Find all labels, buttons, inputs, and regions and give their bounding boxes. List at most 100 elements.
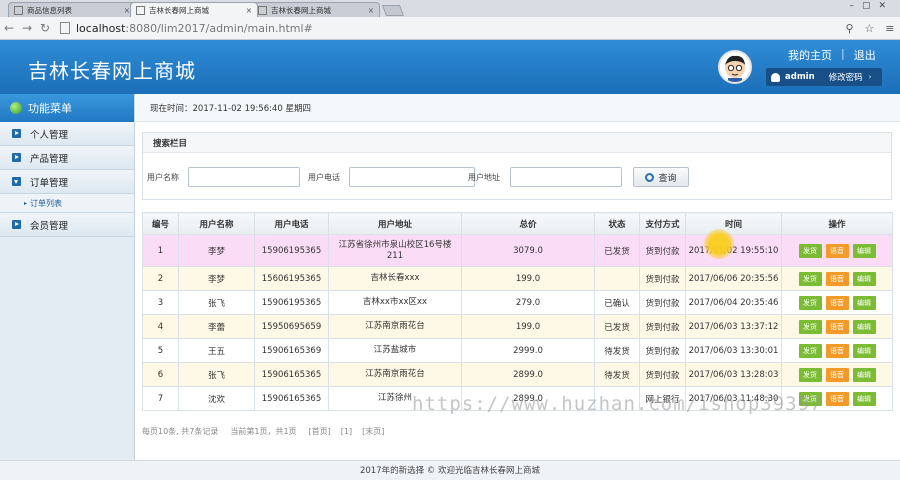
column-header[interactable]: 支付方式 xyxy=(639,212,686,235)
ship-button[interactable]: 发货 xyxy=(798,271,822,286)
url-field[interactable]: localhost:8080/lim2017/admin/main.html# xyxy=(60,20,840,37)
edit-button[interactable]: 编辑 xyxy=(852,319,876,334)
window-controls[interactable]: –▢✕ xyxy=(849,1,894,11)
voice-button[interactable]: 语音 xyxy=(825,243,849,258)
table-row[interactable]: 3 张飞 15906195365 吉林xx市xx区xx 279.0 已确认 货到付款 2017… xyxy=(142,290,893,315)
change-password-link[interactable]: 修改密码 xyxy=(829,71,863,83)
order-time: 2017/06/04 20:35:46 xyxy=(685,290,782,315)
table-row[interactable]: 7 沈欢 15906165365 江苏徐州 2899.0 网上银行 2017/06/03 1… xyxy=(142,386,893,411)
location-icon[interactable]: ⚲ xyxy=(845,22,853,35)
voice-button[interactable]: 语音 xyxy=(825,391,849,406)
payment-method: 货到付款 xyxy=(639,362,686,387)
column-header[interactable]: 编号 xyxy=(142,212,179,235)
sidebar-item-orders[interactable]: 订单管理 xyxy=(0,170,134,194)
my-homepage-link[interactable]: 我的主页 xyxy=(788,47,832,63)
table-row[interactable]: 5 王五 15906165369 江苏盐城市 2999.0 待发货 货到付款 2017/06/… xyxy=(142,338,893,363)
forward-icon[interactable]: → xyxy=(18,21,36,35)
order-total: 279.0 xyxy=(461,290,595,315)
browser-tab-2[interactable]: 吉林长春网上商城 × xyxy=(130,2,258,17)
close-icon[interactable]: × xyxy=(246,6,252,15)
voice-button[interactable]: 语音 xyxy=(825,367,849,382)
row-actions: 发货 语音 编辑 xyxy=(781,338,893,363)
order-time: 2017/06/06 20:35:56 xyxy=(685,266,782,291)
order-total: 2899.0 xyxy=(461,386,595,411)
logout-link[interactable]: 退出 xyxy=(854,47,876,63)
browser-tab-1[interactable]: 商品信息列表 × xyxy=(8,2,136,17)
page-1-link[interactable]: [1] xyxy=(341,427,352,436)
sidebar-subitem-label: 订单列表 xyxy=(30,198,63,208)
star-icon[interactable]: ☆ xyxy=(864,22,874,35)
ship-button[interactable]: 发货 xyxy=(798,243,822,258)
column-header[interactable]: 用户名称 xyxy=(178,212,255,235)
user-dropdown[interactable]: admin 修改密码 › xyxy=(766,68,882,86)
voice-button[interactable]: 语音 xyxy=(825,343,849,358)
divider: | xyxy=(841,47,845,60)
browser-tab-strip: 商品信息列表 × 吉林长春网上商城 × 吉林长春网上商城 × –▢✕ xyxy=(0,0,900,17)
row-actions: 发货 语音 编辑 xyxy=(781,266,893,291)
row-actions: 发货 语音 编辑 xyxy=(781,290,893,315)
user-phone: 15906195365 xyxy=(254,234,329,267)
ship-button[interactable]: 发货 xyxy=(798,343,822,358)
order-total: 2999.0 xyxy=(461,338,595,363)
edit-button[interactable]: 编辑 xyxy=(852,367,876,382)
user-phone-input[interactable] xyxy=(349,167,475,187)
back-icon[interactable]: ← xyxy=(0,21,18,35)
edit-button[interactable]: 编辑 xyxy=(852,343,876,358)
close-icon[interactable]: × xyxy=(368,6,374,15)
expand-icon xyxy=(12,129,21,138)
sidebar-item-products[interactable]: 产品管理 xyxy=(0,146,134,170)
voice-button[interactable]: 语音 xyxy=(825,295,849,310)
column-header[interactable]: 用户电话 xyxy=(254,212,329,235)
page-info: 当前第1页，共1页 xyxy=(230,426,297,436)
user-address: 江苏省徐州市泉山校区16号楼211 xyxy=(328,234,462,267)
globe-icon xyxy=(10,102,22,114)
user-address: 江苏南京雨花台 xyxy=(328,314,462,339)
page-icon xyxy=(136,5,145,15)
order-status: 已发货 xyxy=(594,314,640,339)
search-button[interactable]: 查询 xyxy=(633,167,689,187)
order-time: 2017/06/03 13:28:03 xyxy=(685,362,782,387)
ship-button[interactable]: 发货 xyxy=(798,319,822,334)
sidebar-item-label: 订单管理 xyxy=(30,177,69,189)
edit-button[interactable]: 编辑 xyxy=(852,271,876,286)
url-path: :8080/lim2017/admin/main.html# xyxy=(125,21,313,35)
ship-button[interactable]: 发货 xyxy=(798,367,822,382)
user-address-input[interactable] xyxy=(510,167,622,187)
edit-button[interactable]: 编辑 xyxy=(852,391,876,406)
user-icon xyxy=(771,72,780,82)
column-header[interactable]: 状态 xyxy=(594,212,640,235)
ship-button[interactable]: 发货 xyxy=(798,295,822,310)
sidebar-subitem-order-list[interactable]: ▸ 订单列表 xyxy=(0,194,134,213)
page-icon xyxy=(14,5,23,15)
edit-button[interactable]: 编辑 xyxy=(852,243,876,258)
user-name-input[interactable] xyxy=(188,167,300,187)
order-id: 7 xyxy=(142,386,179,411)
last-page-link[interactable]: [末页] xyxy=(362,426,384,437)
voice-button[interactable]: 语音 xyxy=(825,319,849,334)
edit-button[interactable]: 编辑 xyxy=(852,295,876,310)
new-tab-button[interactable] xyxy=(381,5,405,16)
collapse-icon xyxy=(12,177,21,186)
reload-icon[interactable]: ↻ xyxy=(36,21,54,35)
column-header[interactable]: 时间 xyxy=(685,212,782,235)
table-row[interactable]: 4 李蕾 15950695659 江苏南京雨花台 199.0 已发货 货到付款 2017/06… xyxy=(142,314,893,339)
order-time: 2017/06/03 11:48:30 xyxy=(685,386,782,411)
user-phone: 15950695659 xyxy=(254,314,329,339)
first-page-link[interactable]: [首页] xyxy=(309,426,331,437)
table-row[interactable]: 6 张飞 15906165365 江苏南京雨花台 2899.0 待发货 货到付款 2017/0… xyxy=(142,362,893,387)
table-row[interactable]: 2 李梦 15606195365 吉林长春xxx 199.0 货到付款 2017/06/06… xyxy=(142,266,893,291)
menu-icon[interactable]: ≡ xyxy=(885,22,894,35)
table-row[interactable]: 1 李梦 15906195365 江苏省徐州市泉山校区16号楼211 3079.0 已发货… xyxy=(142,234,893,267)
user-name: 张飞 xyxy=(178,362,255,387)
column-header[interactable]: 用户地址 xyxy=(328,212,462,235)
footer: 2017年的新选择 © 欢迎光临吉林长春网上商城 xyxy=(0,460,900,480)
sidebar-header: 功能菜单 xyxy=(0,94,134,122)
voice-button[interactable]: 语音 xyxy=(825,271,849,286)
order-status: 待发货 xyxy=(594,362,640,387)
sidebar-item-personal[interactable]: 个人管理 xyxy=(0,122,134,146)
ship-button[interactable]: 发货 xyxy=(798,391,822,406)
browser-tab-3[interactable]: 吉林长春网上商城 × xyxy=(252,2,380,17)
sidebar-item-members[interactable]: 会员管理 xyxy=(0,213,134,237)
column-header[interactable]: 总价 xyxy=(461,212,595,235)
column-header: 操作 xyxy=(781,212,893,235)
